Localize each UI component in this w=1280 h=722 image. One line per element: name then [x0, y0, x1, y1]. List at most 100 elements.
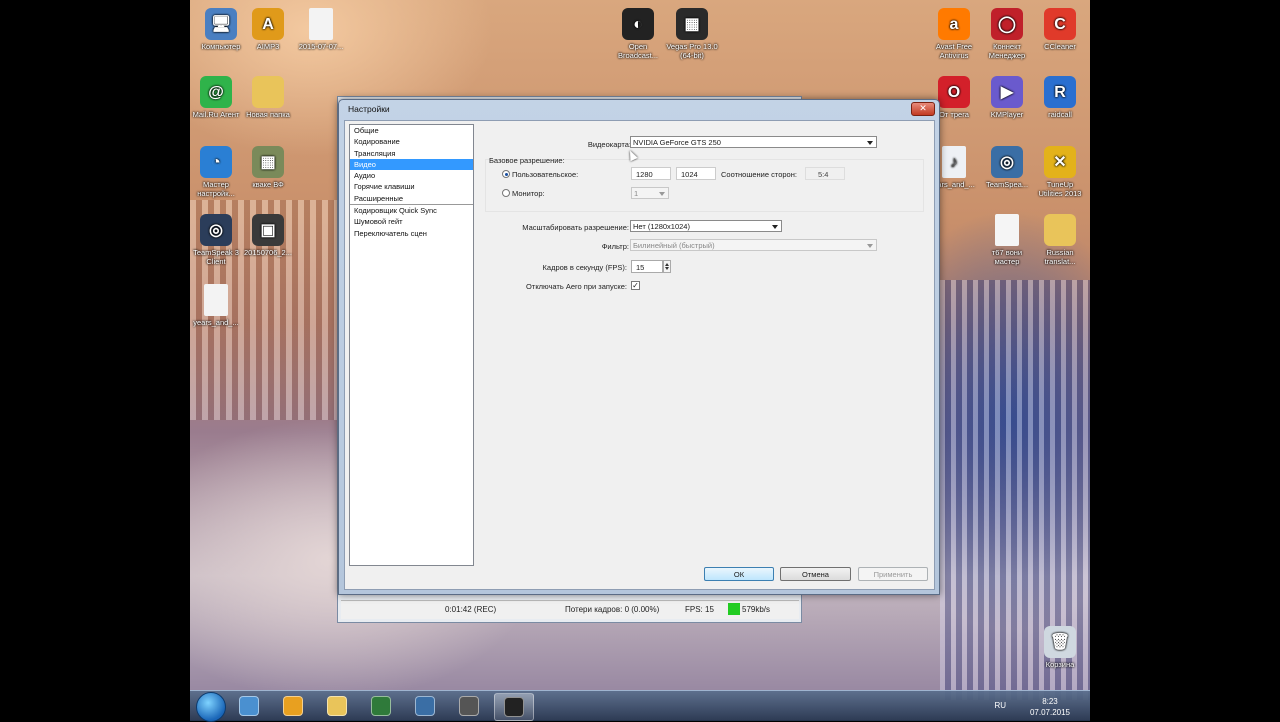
- recording-time: 0:01:42 (REC): [445, 605, 497, 614]
- taskbar-button[interactable]: [230, 693, 268, 719]
- custom-resolution-label: Пользовательское:: [512, 170, 579, 179]
- clock-date: 07.07.2015: [1029, 708, 1070, 717]
- desktop-shortcut[interactable]: C CCleaner: [1034, 8, 1086, 51]
- nav-item[interactable]: Видео: [350, 158, 473, 171]
- teamspeak-icon: ◎: [991, 146, 1023, 178]
- desktop-shortcut[interactable]: @ Mail.Ru Агент: [190, 76, 242, 119]
- app-icon: [415, 696, 435, 716]
- ccleaner-icon: C: [1044, 8, 1076, 40]
- desktop-shortcut-label: 2015-07-07...: [298, 42, 344, 51]
- desktop-shortcut-label: Avast Free Antivirus: [935, 42, 973, 60]
- ok-button[interactable]: ОК: [704, 567, 774, 581]
- desktop-shortcut[interactable]: ▦ Vegas Pro 13.0 (64-bit): [666, 8, 718, 60]
- folder-icon: [1044, 214, 1076, 246]
- monitor-radio[interactable]: [502, 189, 510, 197]
- avast-icon: a: [938, 8, 970, 40]
- desktop-shortcut[interactable]: ◯ Коннект Менеджер: [981, 8, 1033, 60]
- desktop-shortcut[interactable]: 🖥 Компьютер: [195, 8, 247, 51]
- scale-select[interactable]: Нет (1280x1024): [630, 220, 782, 232]
- desktop-shortcut-label: Коннект Менеджер: [988, 42, 1026, 60]
- nav-item[interactable]: Кодировщик Quick Sync: [350, 204, 473, 216]
- desktop-shortcut-label: KMPlayer: [990, 110, 1024, 119]
- desktop-shortcut-label: Корзина: [1045, 660, 1075, 669]
- desktop-shortcut[interactable]: 🗑 Корзина: [1034, 626, 1086, 669]
- taskbar-button[interactable]: [494, 693, 534, 721]
- monitor-select-value: 1: [634, 189, 639, 198]
- checkmark-icon: ✓: [632, 281, 639, 290]
- world-of-tanks-icon: [459, 696, 479, 716]
- height-input[interactable]: 1024: [676, 167, 716, 180]
- terminal-icon: [371, 696, 391, 716]
- cancel-button[interactable]: Отмена: [780, 567, 851, 581]
- apply-button[interactable]: Применить: [858, 567, 928, 581]
- desktop-shortcut[interactable]: Rraidcall: [1034, 76, 1086, 119]
- desktop-shortcut[interactable]: ◔ Мастер настройк...: [190, 146, 242, 198]
- computer-icon: 🖥: [205, 8, 237, 40]
- desktop-shortcut[interactable]: ◎ TeamSpeak 3 Client: [190, 214, 242, 266]
- fps-input[interactable]: 15: [631, 260, 663, 273]
- custom-resolution-radio[interactable]: [502, 170, 510, 178]
- filter-select-value: Билинейный (быстрый): [633, 241, 715, 250]
- fps-spinner[interactable]: [663, 260, 671, 273]
- connect-manager-icon: ◯: [991, 8, 1023, 40]
- desktop-shortcut[interactable]: years_and_...: [190, 284, 242, 327]
- nav-item[interactable]: Общие: [350, 125, 473, 136]
- close-button[interactable]: ✕: [911, 102, 935, 116]
- desktop-shortcut[interactable]: ◐ Open Broadcast...: [612, 8, 664, 60]
- taskbar-button[interactable]: [318, 693, 356, 719]
- monitor-select[interactable]: 1: [631, 187, 669, 199]
- aero-checkbox[interactable]: ✓: [631, 281, 640, 290]
- desktop-shortcut[interactable]: ◎ TeamSpea...: [981, 146, 1033, 189]
- settings-nav-list[interactable]: Общие Кодирование Трансляция Видео Аудио Горя…: [349, 124, 474, 566]
- chevron-down-icon: [867, 141, 873, 145]
- system-clock[interactable]: 8:23 07.07.2015: [1030, 696, 1070, 718]
- desktop-shortcut[interactable]: ▶ KMPlayer: [981, 76, 1033, 119]
- nav-item[interactable]: Расширенные: [350, 193, 473, 204]
- dropped-frames: Потери кадров: 0 (0.00%): [565, 605, 660, 614]
- desktop-shortcut[interactable]: ▣ 20150706_2...: [242, 214, 294, 257]
- desktop-shortcut[interactable]: Новая папка: [242, 76, 294, 119]
- obs-icon: [504, 697, 524, 717]
- desktop-shortcut[interactable]: 2015-07-07...: [295, 8, 347, 51]
- scale-label: Масштабировать разрешение:: [522, 223, 629, 232]
- desktop-shortcut-label: т67 вони мастер: [991, 248, 1023, 266]
- bitrate-readout: 579kb/s: [742, 605, 771, 614]
- taskbar-button[interactable]: [362, 693, 400, 719]
- desktop-shortcut[interactable]: ▦ квакe ВФ: [242, 146, 294, 189]
- nav-item[interactable]: Переключатель сцен: [350, 228, 473, 239]
- nav-item[interactable]: Горячие клавиши: [350, 181, 473, 192]
- nav-item[interactable]: Шумовой гейт: [350, 216, 473, 227]
- teamspeak-client-icon: ◎: [200, 214, 232, 246]
- fps-label: Кадров в секунду (FPS):: [542, 263, 627, 272]
- document-icon: [995, 214, 1019, 246]
- gpu-label: Видеокарта:: [587, 140, 631, 149]
- desktop-shortcut[interactable]: a Avast Free Antivirus: [928, 8, 980, 60]
- taskbar-button[interactable]: [274, 693, 312, 719]
- desktop-shortcut[interactable]: ✕ TuneUp Utilities 2013: [1034, 146, 1086, 198]
- chevron-down-icon: [772, 225, 778, 229]
- desktop-shortcut-label: Компьютер: [201, 42, 241, 51]
- file-icon: [204, 284, 228, 316]
- folder-icon: [252, 76, 284, 108]
- nav-item[interactable]: Аудио: [350, 170, 473, 181]
- nav-item[interactable]: Трансляция: [350, 148, 473, 159]
- aimp-icon: A: [252, 8, 284, 40]
- chevron-down-icon: [659, 192, 665, 196]
- gpu-select[interactable]: NVIDIA GeForce GTS 250: [630, 136, 877, 148]
- taskbar-button[interactable]: [450, 693, 488, 719]
- filter-select[interactable]: Билинейный (быстрый): [630, 239, 877, 251]
- width-input[interactable]: 1280: [631, 167, 671, 180]
- nav-item[interactable]: Кодирование: [350, 136, 473, 147]
- taskbar-button[interactable]: [406, 693, 444, 719]
- desktop-shortcut-label: Open Broadcast...: [617, 42, 659, 60]
- file-icon: [309, 8, 333, 40]
- language-indicator[interactable]: RU: [994, 701, 1006, 710]
- kmplayer-icon: ▶: [991, 76, 1023, 108]
- desktop-shortcut[interactable]: Russian translat...: [1034, 214, 1086, 266]
- desktop-shortcut-label: Мастер настройк...: [197, 180, 235, 198]
- scale-select-value: Нет (1280x1024): [633, 222, 690, 231]
- explorer-icon: [239, 696, 259, 716]
- start-button[interactable]: [196, 692, 226, 722]
- desktop-shortcut[interactable]: т67 вони мастер: [981, 214, 1033, 266]
- desktop-shortcut[interactable]: A AIMP3: [242, 8, 294, 51]
